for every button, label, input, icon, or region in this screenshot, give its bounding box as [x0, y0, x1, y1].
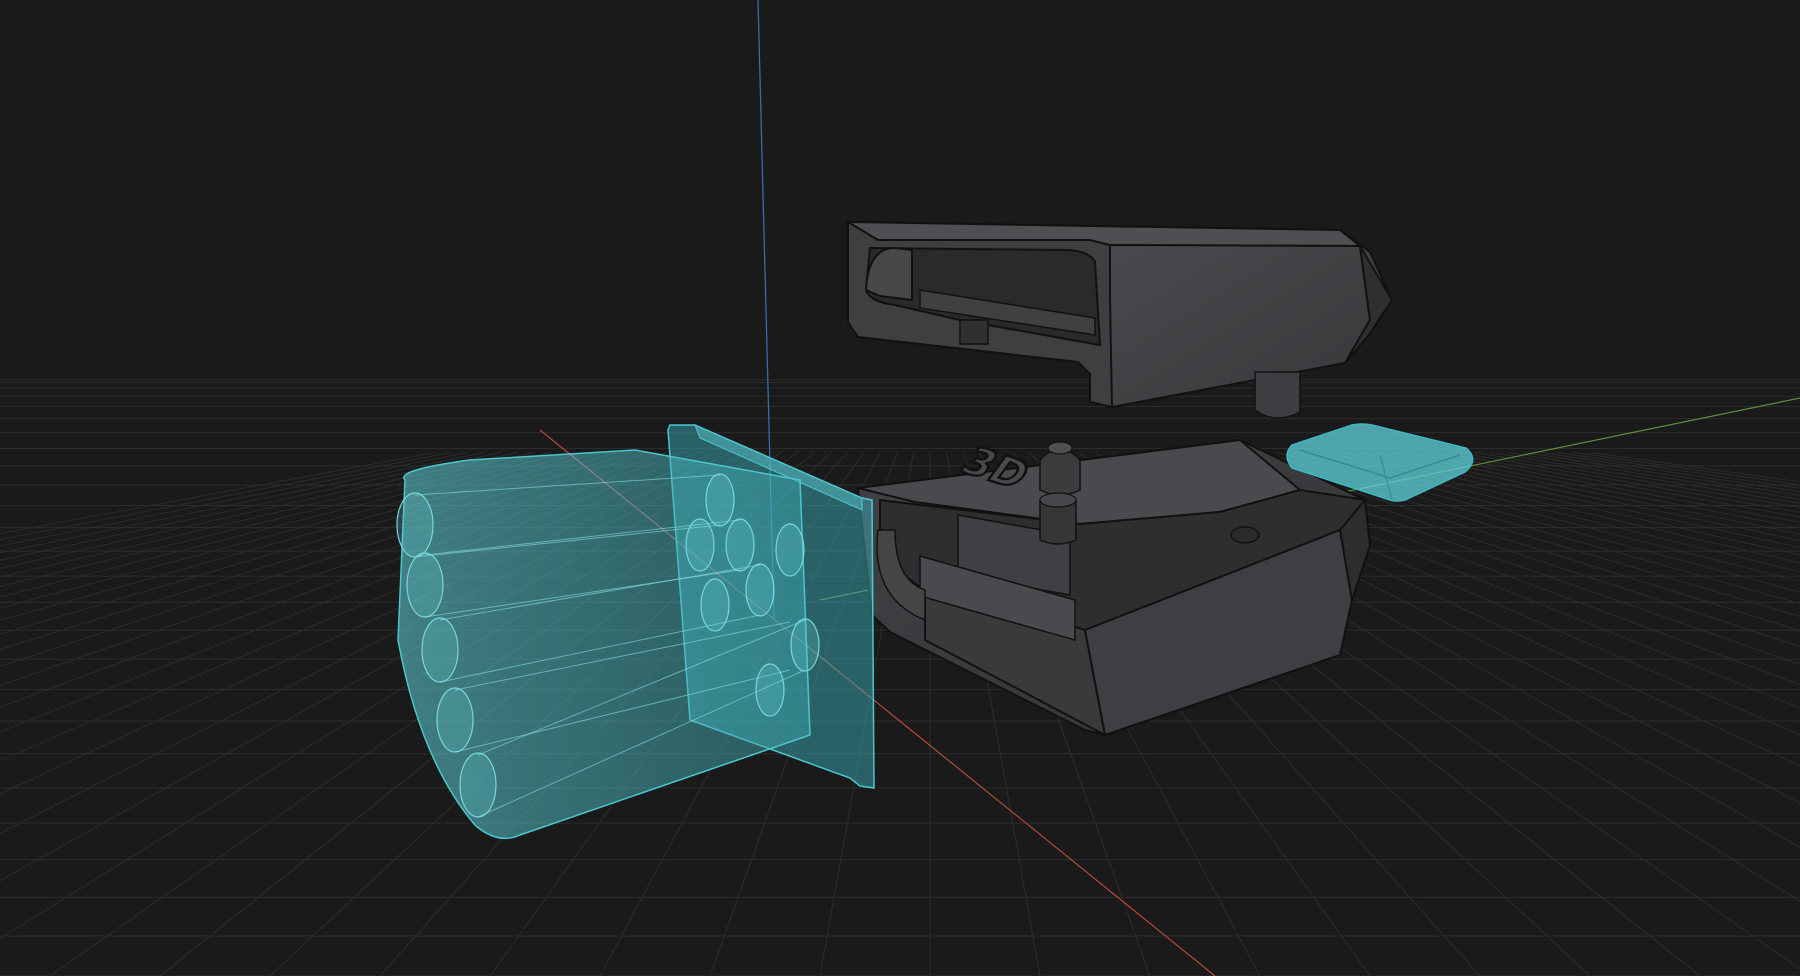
- base-housing-part[interactable]: 3D: [856, 438, 1372, 737]
- viewport-grid: [0, 379, 1800, 976]
- 3d-viewport[interactable]: 3D: [0, 0, 1800, 976]
- viewport-canvas[interactable]: 3D: [0, 0, 1800, 976]
- battery-holder-part[interactable]: [396, 424, 875, 840]
